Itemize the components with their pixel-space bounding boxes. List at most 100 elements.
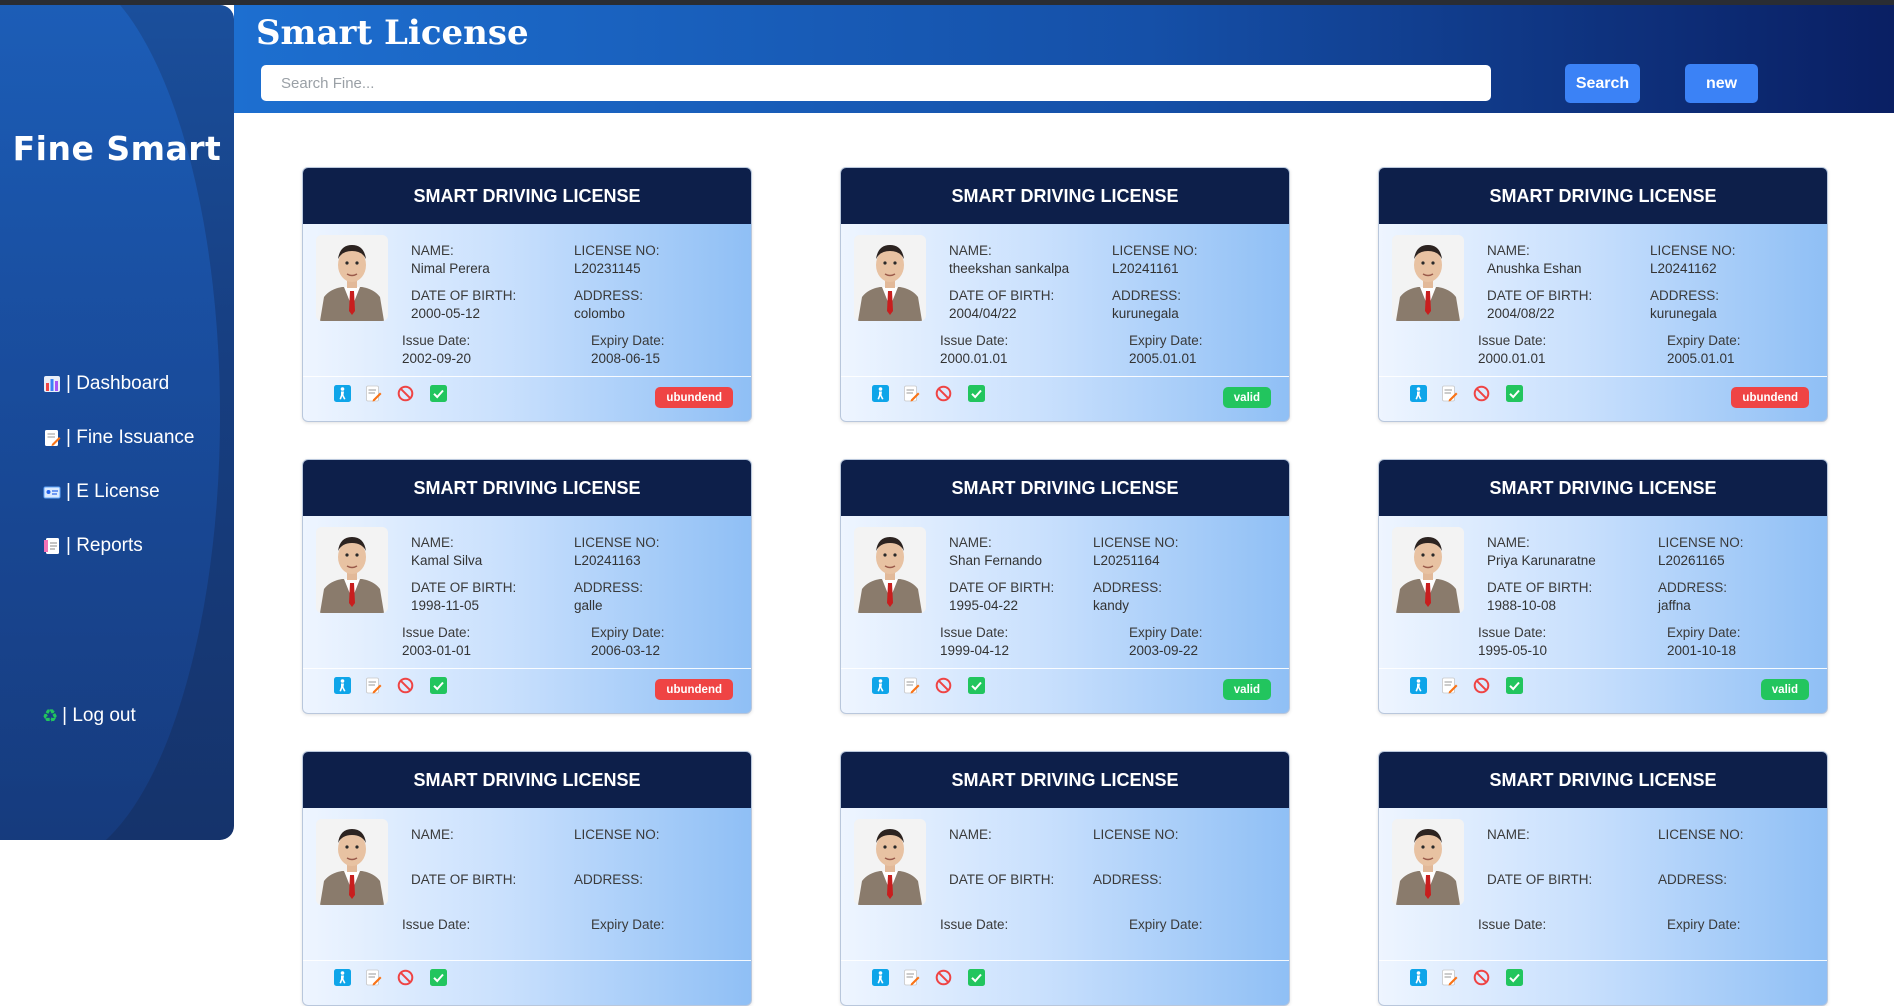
license-no-label: LICENSE NO: [1658, 535, 1744, 550]
edit-fine-icon[interactable] [1440, 384, 1458, 402]
license-card[interactable]: SMART DRIVING LICENSE NAME: Anushka Esha… [1378, 167, 1828, 422]
edit-fine-icon[interactable] [364, 676, 382, 694]
view-driver-icon[interactable] [333, 384, 351, 402]
address-value: colombo [574, 306, 626, 321]
sidebar-item-e-license[interactable]: | E License [42, 465, 195, 519]
block-icon[interactable] [1472, 384, 1490, 402]
approve-check-icon[interactable] [1505, 676, 1523, 694]
edit-fine-icon[interactable] [1440, 968, 1458, 986]
address-label: ADDRESS: [1112, 288, 1182, 303]
block-icon[interactable] [396, 676, 414, 694]
dob-label: DATE OF BIRTH: [1487, 872, 1593, 887]
dob-field: DATE OF BIRTH: 2004/08/22 [1487, 287, 1592, 323]
name-label: NAME: [1487, 535, 1530, 550]
block-icon[interactable] [396, 384, 414, 402]
logout-button[interactable]: ♻ | Log out [42, 705, 136, 727]
view-driver-icon[interactable] [1409, 676, 1427, 694]
name-field: NAME: Kamal Silva [411, 534, 482, 570]
edit-fine-icon[interactable] [364, 968, 382, 986]
license-no-label: LICENSE NO: [574, 243, 660, 258]
bar-chart-icon [42, 374, 62, 394]
license-card[interactable]: SMART DRIVING LICENSE NAME: LICENSE NO: [302, 751, 752, 1006]
issue-date-label: Issue Date: [940, 333, 1009, 348]
dob-label: DATE OF BIRTH: [949, 580, 1055, 595]
edit-fine-icon[interactable] [902, 676, 920, 694]
status-badge: ubundend [655, 387, 733, 408]
address-label: ADDRESS: [574, 288, 644, 303]
address-field: ADDRESS: [1093, 871, 1162, 889]
approve-check-icon[interactable] [1505, 968, 1523, 986]
view-driver-icon[interactable] [1409, 968, 1427, 986]
approve-check-icon[interactable] [967, 676, 985, 694]
view-driver-icon[interactable] [333, 968, 351, 986]
edit-fine-icon[interactable] [1440, 676, 1458, 694]
address-field: ADDRESS: [574, 871, 643, 889]
expiry-date-field: Expiry Date: 2005.01.01 [1129, 332, 1203, 368]
address-label: ADDRESS: [1093, 872, 1163, 887]
new-button[interactable]: new [1685, 64, 1758, 103]
approve-check-icon[interactable] [967, 968, 985, 986]
sidebar-item-fine-issuance[interactable]: | Fine Issuance [42, 411, 195, 465]
view-driver-icon[interactable] [871, 384, 889, 402]
expiry-date-value: 2006-03-12 [591, 643, 661, 658]
issue-date-label: Issue Date: [1478, 333, 1547, 348]
view-driver-icon[interactable] [1409, 384, 1427, 402]
license-photo [316, 819, 388, 905]
edit-fine-icon[interactable] [902, 384, 920, 402]
block-icon[interactable] [396, 968, 414, 986]
expiry-date-field: Expiry Date: [1667, 916, 1741, 934]
edit-fine-icon[interactable] [902, 968, 920, 986]
card-title: SMART DRIVING LICENSE [1379, 752, 1827, 808]
license-no-label: LICENSE NO: [1093, 535, 1179, 550]
edit-fine-icon[interactable] [364, 384, 382, 402]
name-label: NAME: [1487, 243, 1530, 258]
card-divider [841, 376, 1289, 377]
card-title: SMART DRIVING LICENSE [841, 168, 1289, 224]
expiry-date-label: Expiry Date: [1129, 625, 1203, 640]
search-input[interactable] [261, 65, 1491, 101]
block-icon[interactable] [934, 968, 952, 986]
expiry-date-field: Expiry Date: 2006-03-12 [591, 624, 665, 660]
expiry-date-field: Expiry Date: [591, 916, 665, 934]
sidebar-item-dashboard[interactable]: | Dashboard [42, 357, 195, 411]
block-icon[interactable] [934, 676, 952, 694]
license-card[interactable]: SMART DRIVING LICENSE NAME: Nimal Perera… [302, 167, 752, 422]
address-label: ADDRESS: [1658, 872, 1728, 887]
approve-check-icon[interactable] [429, 676, 447, 694]
card-divider [303, 376, 751, 377]
license-no-field: LICENSE NO: [1658, 826, 1744, 844]
dob-label: DATE OF BIRTH: [411, 580, 517, 595]
approve-check-icon[interactable] [429, 384, 447, 402]
license-no-field: LICENSE NO: [574, 826, 660, 844]
view-driver-icon[interactable] [333, 676, 351, 694]
name-field: NAME: Shan Fernando [949, 534, 1042, 570]
address-label: ADDRESS: [1093, 580, 1163, 595]
sidebar-item-label: | Fine Issuance [66, 427, 195, 448]
license-photo [854, 235, 926, 321]
license-card[interactable]: SMART DRIVING LICENSE NAME: theekshan sa… [840, 167, 1290, 422]
license-card[interactable]: SMART DRIVING LICENSE NAME: LICENSE NO: [1378, 751, 1828, 1006]
license-card[interactable]: SMART DRIVING LICENSE NAME: Kamal Silva … [302, 459, 752, 714]
license-card[interactable]: SMART DRIVING LICENSE NAME: LICENSE NO: [840, 751, 1290, 1006]
sidebar-item-label: | E License [66, 481, 160, 502]
address-field: ADDRESS: jaffna [1658, 579, 1727, 615]
address-field: ADDRESS: galle [574, 579, 643, 615]
approve-check-icon[interactable] [1505, 384, 1523, 402]
block-icon[interactable] [934, 384, 952, 402]
block-icon[interactable] [1472, 968, 1490, 986]
view-driver-icon[interactable] [871, 968, 889, 986]
view-driver-icon[interactable] [871, 676, 889, 694]
sidebar-item-reports[interactable]: | Reports [42, 519, 195, 573]
license-card[interactable]: SMART DRIVING LICENSE NAME: Shan Fernand… [840, 459, 1290, 714]
approve-check-icon[interactable] [967, 384, 985, 402]
address-field: ADDRESS: colombo [574, 287, 643, 323]
license-no-field: LICENSE NO: L20241163 [574, 534, 660, 570]
license-card[interactable]: SMART DRIVING LICENSE NAME: Priya Karuna… [1378, 459, 1828, 714]
search-button[interactable]: Search [1565, 64, 1640, 103]
approve-check-icon[interactable] [429, 968, 447, 986]
page-title: Smart License [256, 13, 529, 53]
block-icon[interactable] [1472, 676, 1490, 694]
recycle-icon: ♻ [42, 705, 59, 726]
license-photo [1392, 235, 1464, 321]
license-no-value: L20241162 [1650, 261, 1717, 276]
